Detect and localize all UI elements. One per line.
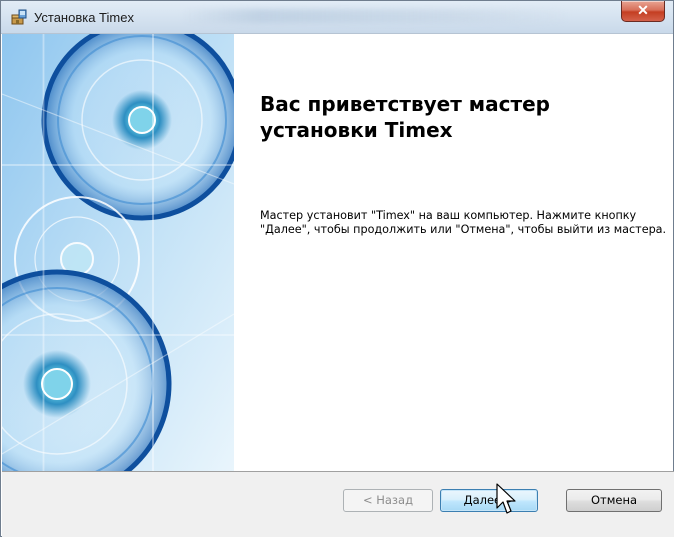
title-bar[interactable]: Установка Timex ✕ xyxy=(1,1,673,34)
welcome-content: Вас приветствует мастер установки Timex … xyxy=(234,34,673,471)
disc-artwork-image xyxy=(2,34,234,471)
welcome-heading: Вас приветствует мастер установки Timex xyxy=(260,92,550,142)
wizard-button-bar: < Назад Далее > Отмена xyxy=(2,471,674,537)
back-button[interactable]: < Назад xyxy=(343,489,433,512)
next-button[interactable]: Далее > xyxy=(440,489,538,512)
title-bar-ghost-text xyxy=(181,9,571,23)
installer-package-icon xyxy=(11,9,27,25)
cancel-button[interactable]: Отмена xyxy=(566,489,662,512)
installer-window: Установка Timex ✕ Вас приветствует масте… xyxy=(0,0,674,537)
close-button[interactable]: ✕ xyxy=(621,1,665,22)
close-icon: ✕ xyxy=(637,2,649,18)
wizard-side-banner xyxy=(2,34,234,471)
window-title: Установка Timex xyxy=(34,10,134,25)
welcome-description: Мастер установит "Timex" на ваш компьюте… xyxy=(260,209,667,236)
